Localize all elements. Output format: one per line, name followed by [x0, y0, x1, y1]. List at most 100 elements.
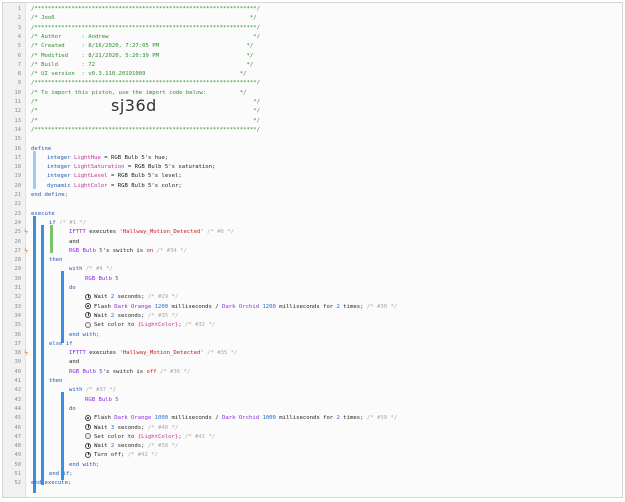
header-border: /***************************************…	[31, 6, 261, 12]
line-number: 4	[17, 33, 21, 40]
line-number: 22	[14, 201, 22, 208]
flash-icon	[85, 303, 91, 310]
header-author: /* Author : Andrew */	[31, 33, 261, 40]
with-block-bar	[61, 271, 64, 343]
end-with: end with;	[69, 461, 100, 468]
line-number: 32	[14, 294, 22, 301]
line-number: 51	[14, 471, 22, 477]
if-statement[interactable]: if /* #1 */	[49, 219, 622, 228]
condition-bar	[50, 225, 53, 253]
line-number: 21	[14, 192, 22, 198]
with-statement[interactable]: with /* #37 */	[69, 386, 622, 395]
line-number: 47	[14, 433, 22, 440]
header-build: /* Build : 72 */	[31, 61, 254, 68]
flash-icon	[85, 414, 91, 421]
task-flash[interactable]: Flash Dark Orange 1000 milliseconds / Da…	[85, 414, 622, 423]
piston-code-editor[interactable]: 1 2 3 4 5 6 7 8 9 10 11 12 13 14 15 16 17 18 19 20 21 22 23 24 2…	[2, 2, 623, 498]
clock-icon	[85, 442, 91, 449]
line-number: 18	[14, 164, 22, 171]
condition-ifttt[interactable]: IFTTT executes 'Hallway_Motion_Detected'…	[69, 228, 622, 237]
line-number: 2	[17, 15, 21, 22]
power-icon	[85, 451, 91, 458]
end-define: end define;	[31, 192, 69, 198]
line-number: 20	[14, 182, 22, 189]
line-number: 6	[17, 52, 21, 59]
task-set-color[interactable]: Set color to {LightColor}; /* #32 */	[85, 321, 622, 330]
then-keyword: then	[49, 378, 63, 384]
line-number: 15	[14, 136, 22, 143]
line-number: 26	[14, 238, 22, 245]
header-border: /***************************************…	[31, 126, 261, 133]
condition-switch[interactable]: RGB Bulb 5's switch is on /* #34 */	[69, 247, 622, 256]
line-number: 7	[17, 61, 21, 68]
device-name: RGB Bulb 5	[85, 396, 119, 403]
line-number: 8	[17, 71, 21, 78]
variable-decl[interactable]: integer LightLevel = RGB Bulb 5's level;	[47, 172, 622, 181]
line-number: 13	[14, 117, 22, 124]
condition-ifttt[interactable]: IFTTT executes 'Hallway_Motion_Detected'…	[69, 349, 622, 358]
line-number: 52	[14, 480, 22, 487]
header-border: /***************************************…	[31, 24, 261, 31]
clock-icon	[85, 312, 91, 319]
line-number: 42	[14, 387, 22, 394]
task-set-color[interactable]: Set color to {LightColor}; /* #41 */	[85, 433, 622, 442]
clock-icon	[85, 424, 91, 430]
task-wait[interactable]: Wait 2 seconds; /* #38 */	[85, 442, 622, 451]
header-created: /* Created : 8/16/2020, 7:27:05 PM */	[31, 43, 254, 50]
header-blank: /* */	[31, 117, 261, 124]
with-statement[interactable]: with /* #4 */	[69, 265, 622, 274]
line-number: 36	[14, 331, 22, 338]
palette-icon	[85, 321, 91, 328]
trigger-bolt-icon: ϟ	[24, 246, 29, 255]
variable-decl[interactable]: integer LightSaturation = RGB Bulb 5's s…	[47, 163, 622, 172]
line-number: 39	[14, 359, 22, 366]
task-flash[interactable]: Flash Dark Orange 1200 milliseconds / Da…	[85, 303, 622, 312]
line-number: 10	[14, 89, 22, 96]
line-number: 5	[17, 43, 21, 50]
task-wait[interactable]: Wait 2 seconds; /* #35 */	[85, 312, 622, 321]
header-modified: /* Modified : 8/21/2020, 5:20:39 PM */	[31, 52, 254, 59]
line-number: 28	[14, 257, 22, 264]
line-number: 24	[14, 219, 22, 226]
line-number: 50	[14, 461, 22, 468]
task-turn-off[interactable]: Turn off; /* #42 */	[85, 451, 622, 460]
if-block-bar	[41, 225, 44, 485]
line-number: 35	[14, 322, 22, 329]
task-wait[interactable]: Wait 3 seconds; /* #40 */	[85, 424, 622, 433]
line-number: 48	[14, 443, 22, 450]
define-block-bar	[33, 151, 36, 189]
line-number: 45	[14, 415, 22, 422]
line-number: 34	[14, 312, 22, 319]
variable-decl[interactable]: dynamic LightColor = RGB Bulb 5's color;	[47, 182, 622, 191]
task-wait[interactable]: Wait 2 seconds; /* #29 */	[85, 293, 622, 302]
line-number: 16	[14, 145, 22, 152]
line-number: 30	[14, 275, 22, 282]
then-keyword: then	[49, 257, 63, 264]
line-number: 46	[14, 424, 22, 431]
end-if: end if;	[49, 471, 73, 477]
execute-block-bar	[33, 216, 36, 493]
line-number: 37	[14, 340, 22, 347]
line-number: 33	[14, 303, 22, 310]
variable-decl[interactable]: integer LightHue = RGB Bulb 5's hue;	[47, 154, 622, 163]
line-number: 23	[14, 210, 22, 217]
line-number: 31	[14, 285, 22, 291]
line-number: 12	[14, 108, 22, 115]
and-operator: and	[69, 238, 80, 245]
line-number: 19	[14, 173, 22, 180]
end-execute: end execute;	[31, 480, 72, 487]
condition-switch[interactable]: RGB Bulb 5's switch is off /* #36 */	[69, 368, 622, 377]
execute-keyword[interactable]: execute	[31, 210, 622, 219]
define-keyword[interactable]: define	[31, 145, 622, 154]
else-if-statement[interactable]: else if	[49, 340, 622, 349]
import-code[interactable]: sj36d	[111, 96, 157, 115]
line-number: 40	[14, 368, 22, 375]
line-number: 1	[17, 6, 21, 12]
line-number: 14	[14, 126, 22, 133]
trigger-bolt-icon: ϟ	[24, 228, 29, 237]
do-keyword: do	[69, 405, 76, 412]
line-number: 38	[14, 350, 22, 357]
line-number: 17	[14, 154, 22, 161]
line-number: 27	[14, 247, 22, 254]
line-number: 43	[14, 396, 22, 403]
